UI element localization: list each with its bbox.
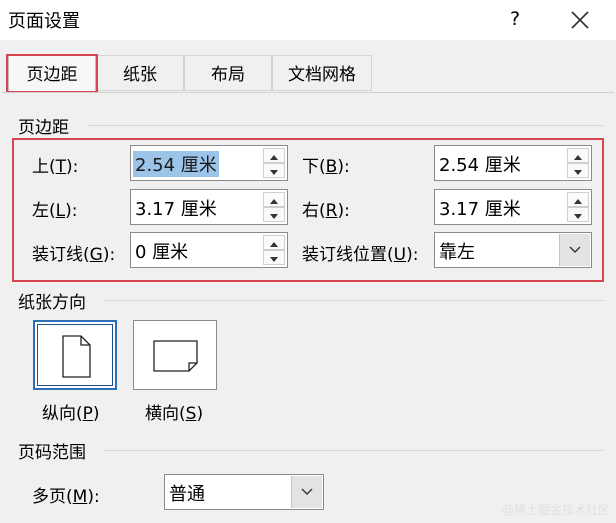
margins-section-title: 页边距	[18, 118, 69, 138]
right-margin-stepper[interactable]	[567, 192, 589, 222]
pages-section-title: 页码范围	[18, 443, 86, 463]
gutter-position-value: 靠左	[439, 242, 475, 263]
chevron-up-icon[interactable]	[263, 192, 285, 207]
left-margin-value: 3.17 厘米	[135, 199, 217, 220]
dialog-title: 页面设置	[8, 11, 80, 32]
chevron-down-icon[interactable]	[291, 476, 322, 508]
section-divider	[88, 125, 604, 126]
chevron-up-icon[interactable]	[263, 148, 285, 163]
chevron-down-icon[interactable]	[559, 234, 590, 266]
multiple-pages-label: 多页(M):	[32, 487, 100, 507]
gutter-position-label: 装订线位置(U):	[302, 245, 419, 265]
close-icon[interactable]	[562, 2, 598, 38]
chevron-down-icon[interactable]	[263, 250, 285, 265]
bottom-margin-value: 2.54 厘米	[439, 155, 521, 176]
chevron-down-icon[interactable]	[263, 163, 285, 178]
chevron-up-icon[interactable]	[567, 148, 589, 163]
left-margin-label: 左(L):	[32, 201, 78, 221]
section-divider	[104, 450, 604, 451]
multiple-pages-select[interactable]: 普通	[164, 474, 324, 510]
chevron-down-icon[interactable]	[567, 207, 589, 222]
left-margin-stepper[interactable]	[263, 192, 285, 222]
gutter-value: 0 厘米	[135, 242, 189, 263]
portrait-label: 纵向(P)	[42, 404, 100, 424]
tab-highlight-frame	[6, 54, 98, 93]
tab-paper[interactable]: 纸张	[96, 55, 184, 91]
tab-layout-label: 布局	[211, 65, 245, 85]
right-margin-label: 右(R):	[302, 201, 350, 221]
gutter-position-select[interactable]: 靠左	[434, 232, 592, 268]
chevron-down-icon[interactable]	[567, 163, 589, 178]
landscape-button[interactable]	[133, 320, 217, 390]
portrait-page-icon	[62, 335, 91, 378]
multiple-pages-value: 普通	[169, 484, 205, 505]
top-margin-label: 上(T):	[32, 157, 79, 177]
gutter-stepper[interactable]	[263, 235, 285, 265]
section-divider	[104, 300, 604, 301]
right-margin-value: 3.17 厘米	[439, 199, 521, 220]
top-margin-input[interactable]: 2.54 厘米	[130, 145, 288, 181]
top-margin-value: 2.54 厘米	[133, 151, 219, 177]
portrait-button[interactable]	[33, 320, 117, 390]
landscape-label: 横向(S)	[145, 404, 204, 424]
left-margin-input[interactable]: 3.17 厘米	[130, 189, 288, 225]
orientation-section-title: 纸张方向	[18, 293, 86, 313]
bottom-margin-input[interactable]: 2.54 厘米	[434, 145, 592, 181]
chevron-up-icon[interactable]	[263, 235, 285, 250]
bottom-margin-label: 下(B):	[302, 157, 350, 177]
watermark: @稀土掘金技术社区	[501, 503, 610, 517]
chevron-down-icon[interactable]	[263, 207, 285, 222]
gutter-label: 装订线(G):	[32, 245, 116, 265]
right-margin-input[interactable]: 3.17 厘米	[434, 189, 592, 225]
landscape-page-icon	[153, 340, 198, 372]
gutter-input[interactable]: 0 厘米	[130, 232, 288, 268]
tab-paper-label: 纸张	[123, 65, 157, 85]
tab-layout[interactable]: 布局	[184, 55, 272, 91]
top-margin-stepper[interactable]	[263, 148, 285, 178]
chevron-up-icon[interactable]	[567, 192, 589, 207]
help-button[interactable]: ?	[502, 4, 528, 34]
tab-doc-grid[interactable]: 文档网格	[272, 55, 372, 91]
bottom-margin-stepper[interactable]	[567, 148, 589, 178]
tab-doc-grid-label: 文档网格	[288, 65, 356, 85]
